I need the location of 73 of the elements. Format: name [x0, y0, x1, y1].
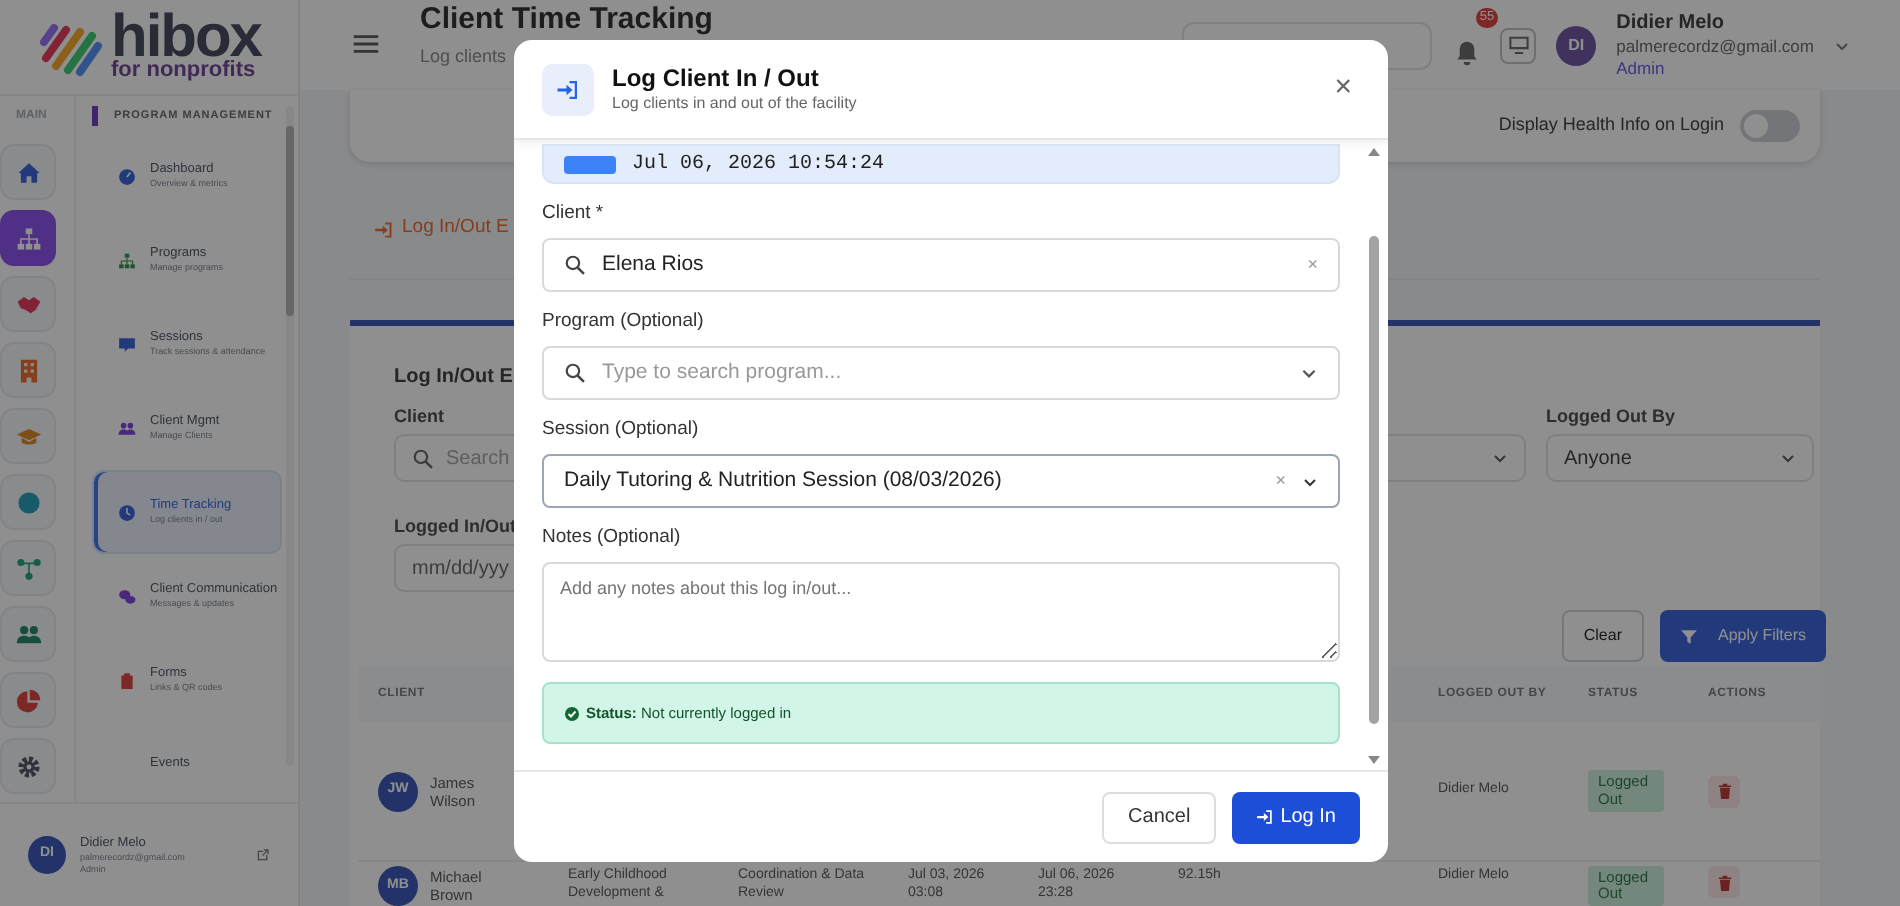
- log-in-button[interactable]: Log In: [1232, 791, 1360, 843]
- sitemap-icon: [15, 225, 41, 251]
- trash-icon: [1715, 782, 1733, 800]
- delete-button[interactable]: [1708, 775, 1740, 807]
- chat-board-icon: [118, 335, 136, 353]
- field-label: Program (Optional): [542, 310, 704, 334]
- program-search-field[interactable]: Type to search program...: [542, 346, 1340, 400]
- user-name: Didier Melo: [1616, 11, 1727, 35]
- check-circle-icon: [564, 705, 580, 721]
- modal-subtitle: Log clients in and out of the facility: [612, 91, 857, 115]
- modal-title: Log Client In / Out: [612, 63, 821, 91]
- pie-chart-icon: [15, 687, 41, 713]
- chevron-icon: [1834, 37, 1850, 53]
- field-label: Client *: [542, 202, 604, 226]
- graduation-cap-icon: [15, 423, 41, 449]
- display-button[interactable]: [1500, 27, 1537, 63]
- logo-mark-icon: [39, 23, 101, 75]
- tab[interactable]: Log In/Out E: [374, 214, 509, 244]
- filter-icon: [1679, 627, 1698, 645]
- monitor-icon: [1507, 34, 1530, 56]
- page-subtitle: Log clients: [420, 43, 507, 70]
- chevron-icon: [1300, 364, 1318, 382]
- close-button[interactable]: ×: [1326, 66, 1360, 112]
- rail-button[interactable]: [0, 210, 56, 266]
- search-icon: [564, 254, 586, 276]
- comments-icon: [118, 587, 136, 605]
- user-email: palmerecordz@gmail.com: [1616, 35, 1814, 57]
- search-icon: [412, 447, 434, 469]
- external-link-icon: [256, 848, 270, 862]
- chevron-icon: [1302, 473, 1318, 489]
- delete-button[interactable]: [1708, 866, 1740, 898]
- scrollbar[interactable]: [286, 106, 294, 766]
- field-label: Notes (Optional): [542, 526, 681, 550]
- clock-text: Jul 06, 2026 10:54:24: [632, 151, 885, 179]
- sign-in-icon: [556, 77, 580, 101]
- page-title: Client Time Tracking: [420, 3, 713, 36]
- apply-filters-button[interactable]: Apply Filters: [1659, 610, 1826, 662]
- notes-field[interactable]: Add any notes about this log in/out...: [542, 562, 1340, 662]
- users-icon: [118, 419, 136, 437]
- scrollbar[interactable]: [1368, 148, 1380, 764]
- users-icon: [15, 621, 41, 647]
- trash-icon: [1715, 873, 1733, 891]
- client-search-field[interactable]: Elena Rios ×: [542, 238, 1340, 292]
- sign-in-icon: [1256, 808, 1275, 826]
- section-heading: Log In/Out E: [394, 364, 513, 392]
- clipboard-icon: [118, 671, 136, 689]
- sign-in-icon: [374, 219, 394, 239]
- toggle-label: Display Health Info on Login: [1498, 112, 1724, 139]
- cancel-button[interactable]: Cancel: [1102, 791, 1217, 843]
- field-label: Client: [394, 404, 445, 428]
- chevron-icon: [1780, 450, 1796, 466]
- menu-icon: [352, 30, 380, 59]
- gauge-icon: [118, 167, 136, 185]
- toggle-switch[interactable]: [1740, 110, 1800, 142]
- session-select[interactable]: Daily Tutoring & Nutrition Session (08/03/2026) ×: [542, 454, 1340, 508]
- user-role: Admin: [1616, 57, 1667, 79]
- field-label: Logged In/Out: [394, 514, 516, 538]
- select-field[interactable]: Anyone: [1546, 434, 1814, 482]
- bell-icon: [1453, 39, 1480, 66]
- building-icon: [15, 357, 41, 383]
- settings-icon: [15, 753, 41, 779]
- network-icon: [15, 555, 41, 581]
- home-icon: [15, 159, 41, 185]
- chevron-icon: [1492, 450, 1508, 466]
- logo-tagline: for nonprofits: [111, 60, 258, 82]
- field-label: Session (Optional): [542, 418, 699, 442]
- sitemap-icon: [118, 251, 136, 269]
- field-label: Logged Out By: [1546, 404, 1675, 428]
- search-icon: [564, 362, 586, 384]
- clear-button[interactable]: Clear: [1561, 610, 1644, 662]
- clear-icon[interactable]: ×: [1275, 467, 1286, 495]
- user-avatar: DI: [1556, 25, 1597, 65]
- clear-icon[interactable]: ×: [1307, 251, 1318, 279]
